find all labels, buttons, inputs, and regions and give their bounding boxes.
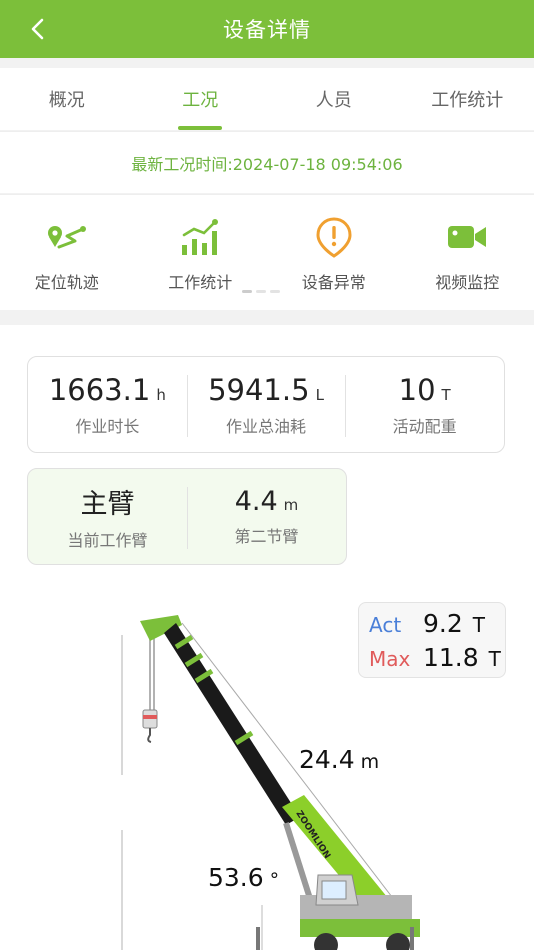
boom-length-value: 24.4 [299, 745, 355, 774]
location-track-icon [45, 215, 89, 259]
tab-personnel[interactable]: 人员 [267, 68, 401, 130]
page-indicator [242, 290, 280, 293]
active-tab-indicator [178, 126, 223, 130]
quick-action-label: 视频监控 [435, 273, 500, 292]
max-load-unit: T [488, 647, 501, 671]
actual-load-unit: T [472, 613, 485, 637]
quick-action-device-abnormal[interactable]: 设备异常 [267, 195, 401, 310]
actual-load-row: Act 9.2 T [369, 609, 505, 643]
max-load-label: Max [369, 647, 411, 671]
stat-caption: 作业时长 [75, 416, 140, 436]
tab-label: 工作统计 [431, 90, 504, 111]
tab-overview[interactable]: 概况 [0, 68, 134, 130]
stat-unit: m [283, 496, 299, 514]
boom-length: 24.4 m [299, 745, 379, 774]
stat-value: 4.4 [234, 486, 278, 517]
stat-value: 5941.5 [208, 372, 310, 407]
stat-counterweight: 10 T 活动配重 [345, 357, 504, 452]
app-header: 设备详情 [0, 0, 534, 58]
stat-value: 10 [398, 372, 436, 407]
stat-fuel-consumption: 5941.5 L 作业总油耗 [186, 357, 346, 452]
quick-action-label: 工作统计 [168, 273, 233, 292]
tab-working-condition[interactable]: 工况 [134, 68, 268, 130]
back-button[interactable] [22, 14, 52, 44]
crane-diagram: ZOOMLION Act 9.2 T Max 11.8 T 24.4 m 53.… [0, 585, 534, 950]
tab-label: 工况 [182, 90, 219, 111]
load-indicator: Act 9.2 T Max 11.8 T [358, 602, 506, 678]
stat-caption: 第二节臂 [234, 527, 299, 546]
bar-chart-icon [178, 215, 222, 259]
tab-work-statistics[interactable]: 工作统计 [401, 68, 534, 130]
stat-unit: L [315, 385, 324, 404]
max-load-value: 11.8 [423, 643, 479, 672]
stats-card: 1663.1 h 作业时长 5941.5 L 作业总油耗 10 T 活动配重 [27, 356, 505, 453]
video-camera-icon [445, 215, 489, 259]
latest-update-time: 最新工况时间:2024-07-18 09:54:06 [0, 131, 534, 193]
quick-action-label: 定位轨迹 [34, 273, 99, 292]
quick-action-location-track[interactable]: 定位轨迹 [0, 195, 134, 310]
tab-bar: 概况 工况 人员 工作统计 [0, 68, 534, 130]
stat-working-hours: 1663.1 h 作业时长 [28, 357, 187, 452]
max-load-row: Max 11.8 T [369, 643, 505, 677]
stat-value: 1663.1 [48, 372, 151, 407]
boom-card: 主臂 当前工作臂 4.4 m 第二节臂 [27, 468, 347, 565]
stat-caption: 活动配重 [392, 416, 457, 436]
stat-unit: T [441, 385, 451, 404]
tab-label: 概况 [48, 90, 85, 111]
boom-angle-unit: ° [269, 869, 280, 891]
boom-length-unit: m [360, 751, 380, 773]
stat-unit: h [156, 385, 166, 404]
quick-action-video-monitor[interactable]: 视频监控 [401, 195, 534, 310]
actual-load-label: Act [369, 613, 402, 637]
stat-second-section: 4.4 m 第二节臂 [187, 469, 346, 564]
stat-caption: 作业总油耗 [226, 416, 307, 436]
chevron-left-icon [31, 18, 44, 40]
actual-load-value: 9.2 [423, 609, 463, 638]
warning-icon [312, 215, 356, 259]
quick-action-label: 设备异常 [301, 273, 366, 292]
stat-current-boom: 主臂 当前工作臂 [28, 469, 187, 564]
tab-label: 人员 [315, 90, 352, 111]
stat-caption: 当前工作臂 [67, 531, 148, 550]
page-title: 设备详情 [223, 18, 311, 42]
boom-angle-value: 53.6 [208, 863, 264, 892]
stat-value: 主臂 [80, 489, 135, 520]
working-condition-panel: 1663.1 h 作业时长 5941.5 L 作业总油耗 10 T 活动配重 主臂 当… [0, 325, 534, 950]
boom-angle: 53.6 ° [208, 863, 279, 892]
